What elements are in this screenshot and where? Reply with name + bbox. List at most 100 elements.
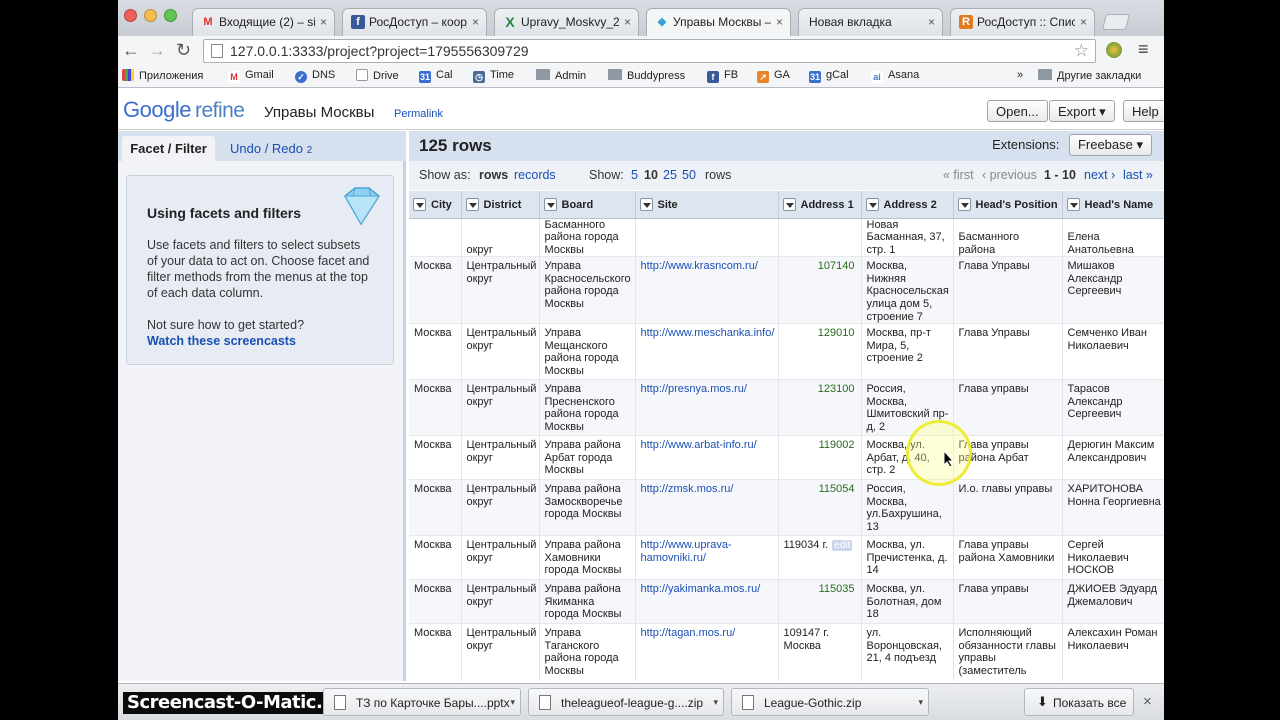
last-page-link[interactable]: last » [1123,168,1153,182]
cell-site[interactable] [635,218,779,258]
chevron-down-icon[interactable]: ▾ [510,697,515,708]
cell-city[interactable]: Москва [409,435,462,481]
cell-district[interactable]: Центральный округ [461,535,540,581]
cell-heads-name[interactable]: ДЖИОЕВ Эдуард Джемалович [1062,579,1164,625]
cell-address-1[interactable]: 109147 г. Москва [778,623,862,681]
page-size-50[interactable]: 50 [682,168,696,182]
cell-heads-position[interactable]: Басманного района [953,218,1063,258]
bookmarks-overflow-icon[interactable]: » [1017,69,1023,81]
show-as-records[interactable]: records [514,168,556,182]
cell-address-1[interactable]: 107140 [778,256,862,325]
cell-address-2[interactable]: Москва, пр-т Мира, 5, строение 2 [861,323,954,381]
minimize-window-button[interactable] [144,9,157,22]
cell-city[interactable]: Москва [409,479,462,537]
cell-heads-name[interactable]: ХАРИТОНОВА Нонна Георгиевна [1062,479,1164,537]
cell-address-2[interactable]: Москва, ул. Болотная, дом 18 [861,579,954,625]
tab-upravy-refine[interactable]: ◆ Управы Москвы – × [646,8,791,36]
cell-district[interactable]: Центральный округ [461,379,540,437]
cell-heads-name[interactable]: Алексахин Роман Николаевич [1062,623,1164,681]
cell-site[interactable]: http://www.meschanka.info/ [635,323,779,381]
bookmark-apps[interactable]: Приложения [122,69,203,82]
cell-city[interactable]: Москва [409,379,462,437]
cell-heads-name[interactable]: Сергей Николаевич НОСКОВ [1062,535,1164,581]
open-button[interactable]: Open... [987,100,1048,122]
menu-icon[interactable]: ≡ [1138,39,1149,60]
cell-board[interactable]: Управа района Хамовники города Москвы [539,535,636,581]
cell-heads-name[interactable]: Дерюгин Максим Александрович [1062,435,1164,481]
freebase-button[interactable]: Freebase ▾ [1068,134,1152,156]
cell-heads-name[interactable]: Елена Анатольевна [1062,218,1164,258]
download-item-league-g[interactable]: theleagueof-league-g....zip ▾ [528,688,724,716]
cell-heads-position[interactable]: Глава управы [953,379,1063,437]
cell-address-2[interactable]: Москва, Нижняя Красносельская улица дом … [861,256,954,325]
bookmark-dns[interactable]: ✓ DNS [295,69,335,83]
cell-heads-position[interactable]: Глава Управы [953,256,1063,325]
page-size-25[interactable]: 25 [663,168,677,182]
close-tab-icon[interactable]: × [1080,15,1087,29]
close-window-button[interactable] [124,9,137,22]
show-all-downloads-button[interactable]: ⬇ Показать все [1024,688,1134,716]
bookmark-asana[interactable]: ai Asana [871,69,919,83]
column-header-heads-name[interactable]: Head's Name [1062,191,1164,219]
cell-site[interactable]: http://www.uprava-hamovniki.ru/ [635,535,779,581]
project-name[interactable]: Управы Москвы [264,104,374,121]
watch-screencasts-link[interactable]: Watch these screencasts [147,333,373,349]
tab-upravy-sheet[interactable]: X Upravy_Moskvy_20 × [494,8,639,36]
column-menu-icon[interactable] [465,197,479,211]
cell-heads-name[interactable]: Мишаков Александр Сергеевич [1062,256,1164,325]
chevron-down-icon[interactable]: ▾ [918,697,923,708]
cell-address-1[interactable]: 115035 [778,579,862,625]
column-menu-icon[interactable] [957,197,971,211]
cell-board[interactable]: Управа Пресненского района города Москвы [539,379,636,437]
close-tab-icon[interactable]: × [624,15,631,29]
cell-heads-position[interactable]: И.о. главы управы [953,479,1063,537]
cell-district[interactable]: Центральный округ [461,579,540,625]
cell-city[interactable] [409,218,462,258]
cell-address-2[interactable]: Россия, Москва, Шмитовский пр-д, 2 [861,379,954,437]
cell-site[interactable]: http://zmsk.mos.ru/ [635,479,779,537]
close-downloads-icon[interactable]: × [1143,693,1152,710]
cell-address-1[interactable]: 129010 [778,323,862,381]
bookmark-time[interactable]: ◷ Time [473,69,514,83]
cell-board[interactable]: Управа Красносельского района города Мос… [539,256,636,325]
cell-address-2[interactable]: Москва, ул. Пречистенка, д. 14 [861,535,954,581]
cell-address-1[interactable]: 123100 [778,379,862,437]
close-tab-icon[interactable]: × [928,15,935,29]
cell-heads-position[interactable]: Глава управы [953,579,1063,625]
reload-icon[interactable]: ↻ [176,40,191,60]
tab-undo-redo[interactable]: Undo / Redo 2 [230,136,312,161]
column-menu-icon[interactable] [543,197,557,211]
cell-address-1[interactable]: 115054 [778,479,862,537]
cell-board[interactable]: Управа района Арбат города Москвы [539,435,636,481]
cell-site[interactable]: http://yakimanka.mos.ru/ [635,579,779,625]
cell-address-1[interactable] [778,218,862,258]
cell-site[interactable]: http://presnya.mos.ru/ [635,379,779,437]
cell-board[interactable]: Управа Таганского района города Москвы [539,623,636,681]
cell-heads-name[interactable]: Семченко Иван Николаевич [1062,323,1164,381]
column-header-address-1[interactable]: Address 1 [778,191,862,219]
cell-city[interactable]: Москва [409,256,462,325]
column-header-district[interactable]: District [461,191,540,219]
cell-city[interactable]: Москва [409,323,462,381]
bookmark-gmail[interactable]: M Gmail [228,69,274,83]
column-menu-icon[interactable] [865,197,879,211]
column-menu-icon[interactable] [639,197,653,211]
cell-address-2[interactable]: Москва, ул. Арбат, д. 40, стр. 2 [861,435,954,481]
bookmark-ga[interactable]: ↗ GA [757,69,790,83]
cell-address-2[interactable]: Новая Басманная, 37, стр. 1 [861,218,954,258]
column-header-site[interactable]: Site [635,191,779,219]
column-menu-icon[interactable] [782,197,796,211]
download-item-league-gothic[interactable]: League-Gothic.zip ▾ [731,688,929,716]
edit-cell-button[interactable]: edit [832,540,853,552]
bookmark-fb[interactable]: f FB [707,69,738,83]
cell-address-2[interactable]: Россия, Москва, ул.Бахрушина, 13 [861,479,954,537]
previous-page-link[interactable]: ‹ previous [982,168,1037,182]
address-bar[interactable]: 127.0.0.1:3333/project?project=179555630… [203,39,1096,63]
cell-heads-position[interactable]: Исполняющий обязанности главы управы (за… [953,623,1063,681]
cell-heads-position[interactable]: Глава Управы [953,323,1063,381]
tab-rosdostup-list[interactable]: R РосДоступ :: Спис × [950,8,1095,36]
cell-board[interactable]: Управа района Якиманка города Москвы [539,579,636,625]
cell-district[interactable]: Центральный округ [461,623,540,681]
cell-site[interactable]: http://tagan.mos.ru/ [635,623,779,681]
column-header-heads-position[interactable]: Head's Position [953,191,1063,219]
